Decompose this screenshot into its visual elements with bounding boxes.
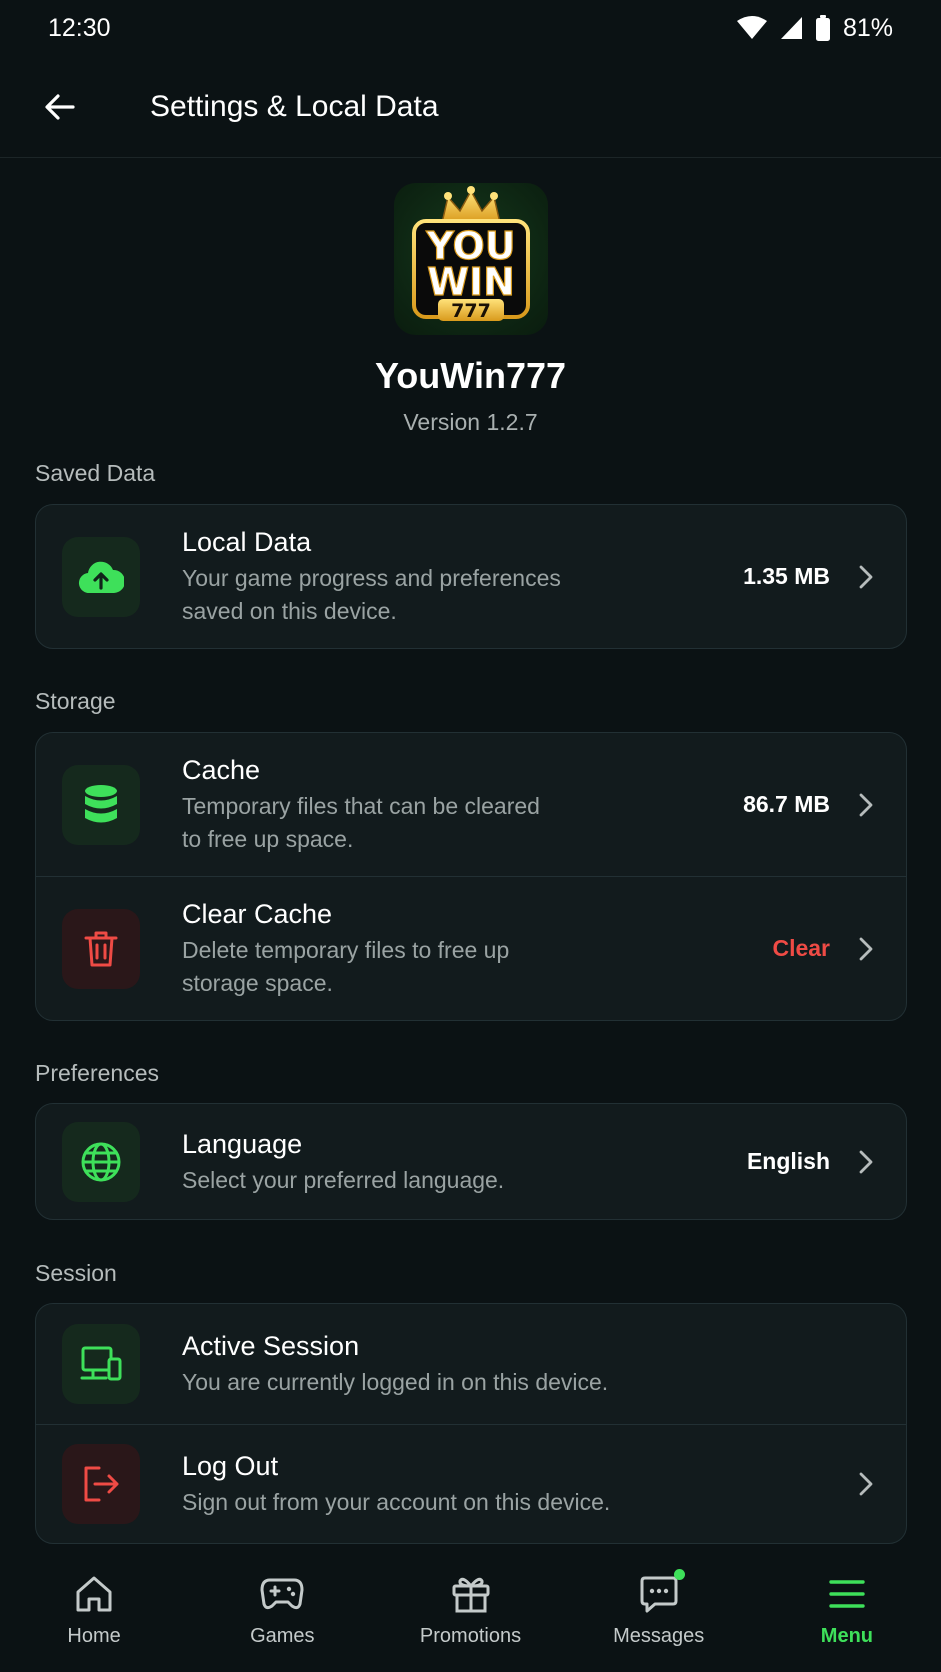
clear-cache-subtitle-line-1: Delete temporary files to free up bbox=[182, 937, 510, 963]
home-icon bbox=[76, 1576, 112, 1612]
log-out-subtitle: Sign out from your account on this devic… bbox=[182, 1489, 611, 1515]
status-bar: 12:30 81% bbox=[0, 0, 941, 56]
cache-subtitle: Temporary files that can be cleared to f… bbox=[182, 790, 743, 856]
clear-cache-title: Clear Cache bbox=[182, 899, 333, 929]
gift-icon bbox=[452, 1577, 489, 1613]
clear-cache-row[interactable]: Clear Cache Delete temporary files to fr… bbox=[36, 876, 906, 1020]
cache-icon-box bbox=[62, 764, 140, 845]
language-row[interactable]: Language Select your preferred language.… bbox=[36, 1104, 906, 1219]
section-title-preferences: Preferences bbox=[35, 1060, 160, 1086]
local-data-title: Local Data bbox=[182, 527, 312, 557]
logo-text-bottom: WIN bbox=[427, 260, 515, 304]
gamepad-icon bbox=[260, 1578, 304, 1610]
battery-icon bbox=[815, 15, 830, 41]
storage-card: Cache Temporary files that can be cleare… bbox=[35, 732, 907, 1021]
status-time: 12:30 bbox=[48, 13, 111, 42]
clear-cache-subtitle: Delete temporary files to free up storag… bbox=[182, 934, 772, 1000]
section-title-storage: Storage bbox=[35, 688, 116, 714]
chevron-right-icon bbox=[856, 1469, 876, 1499]
cache-subtitle-line-2: to free up space. bbox=[182, 826, 354, 852]
clear-cache-icon-box bbox=[62, 908, 140, 989]
local-data-subtitle-line-1: Your game progress and preferences bbox=[182, 565, 561, 591]
logo-number: 777 bbox=[451, 300, 491, 322]
logo-artwork: YOU WIN 777 bbox=[411, 186, 530, 322]
clear-cache-subtitle-line-2: storage space. bbox=[182, 970, 333, 996]
language-subtitle: Select your preferred language. bbox=[182, 1166, 505, 1193]
language-title: Language bbox=[182, 1128, 303, 1159]
devices-icon bbox=[80, 1346, 122, 1381]
chevron-right-icon bbox=[856, 790, 876, 820]
chevron-right-icon bbox=[856, 1147, 876, 1177]
battery-level: 81% bbox=[842, 13, 893, 42]
back-arrow-icon bbox=[45, 93, 75, 120]
database-icon bbox=[85, 784, 117, 822]
page-title: Settings & Local Data bbox=[150, 89, 439, 123]
active-session-row: Active Session You are currently logged … bbox=[36, 1304, 906, 1424]
nav-item-home[interactable]: Home bbox=[0, 1555, 188, 1672]
app-logo: YOU WIN 777 bbox=[393, 183, 548, 335]
nav-item-menu[interactable]: Menu bbox=[753, 1555, 941, 1672]
cache-subtitle-line-1: Temporary files that can be cleared bbox=[182, 793, 540, 819]
status-icons: 81% bbox=[736, 13, 893, 43]
back-button[interactable] bbox=[30, 77, 90, 137]
language-value: English bbox=[746, 1148, 830, 1174]
local-data-size: 1.35 MB bbox=[743, 563, 830, 589]
wifi-icon bbox=[736, 16, 767, 39]
language-icon-box bbox=[62, 1121, 140, 1202]
clear-cache-button[interactable]: Clear bbox=[772, 935, 830, 962]
nav-label-home: Home bbox=[67, 1625, 121, 1647]
bottom-nav: Home Games Promotions Messages Menu bbox=[0, 1555, 941, 1672]
app-bar: Settings & Local Data bbox=[0, 56, 941, 158]
logout-icon bbox=[84, 1466, 119, 1502]
local-data-row[interactable]: Local Data Your game progress and prefer… bbox=[36, 505, 906, 648]
cache-row[interactable]: Cache Temporary files that can be cleare… bbox=[36, 733, 906, 876]
cloud-upload-icon bbox=[79, 561, 124, 593]
nav-label-games: Games bbox=[250, 1625, 315, 1647]
app-name: YouWin777 bbox=[374, 355, 567, 396]
messages-badge-dot bbox=[673, 1569, 685, 1580]
trash-icon bbox=[84, 931, 118, 966]
chat-icon bbox=[640, 1576, 678, 1613]
log-out-icon-box bbox=[62, 1444, 140, 1524]
active-session-subtitle: You are currently logged in on this devi… bbox=[182, 1369, 609, 1395]
section-title-session: Session bbox=[35, 1260, 117, 1286]
active-session-icon-box bbox=[62, 1324, 140, 1404]
local-data-subtitle-line-2: saved on this device. bbox=[182, 598, 397, 624]
preferences-card: Language Select your preferred language.… bbox=[35, 1103, 907, 1220]
app-version: Version 1.2.7 bbox=[403, 409, 538, 435]
local-data-subtitle: Your game progress and preferences saved… bbox=[182, 562, 743, 628]
chevron-right-icon bbox=[856, 934, 876, 964]
app-header: YOU WIN 777 YouWin777 Version 1.2.7 bbox=[0, 183, 941, 436]
nav-item-promotions[interactable]: Promotions bbox=[376, 1555, 564, 1672]
signal-icon bbox=[780, 17, 802, 39]
saved-data-card: Local Data Your game progress and prefer… bbox=[35, 504, 907, 649]
nav-label-messages: Messages bbox=[613, 1625, 705, 1647]
cache-size: 86.7 MB bbox=[743, 791, 830, 817]
local-data-icon-box bbox=[62, 536, 140, 617]
globe-icon bbox=[81, 1142, 121, 1181]
section-title-saved-data: Saved Data bbox=[35, 460, 156, 486]
log-out-row[interactable]: Log Out Sign out from your account on th… bbox=[36, 1424, 906, 1543]
nav-item-messages[interactable]: Messages bbox=[565, 1555, 753, 1672]
nav-item-games[interactable]: Games bbox=[188, 1555, 376, 1672]
chevron-right-icon bbox=[856, 562, 876, 592]
menu-icon bbox=[829, 1580, 865, 1608]
log-out-title: Log Out bbox=[182, 1451, 279, 1481]
nav-label-promotions: Promotions bbox=[419, 1625, 522, 1647]
active-session-title: Active Session bbox=[182, 1331, 360, 1361]
session-card: Active Session You are currently logged … bbox=[35, 1303, 907, 1544]
cache-title: Cache bbox=[182, 755, 261, 785]
nav-label-menu: Menu bbox=[820, 1625, 874, 1647]
